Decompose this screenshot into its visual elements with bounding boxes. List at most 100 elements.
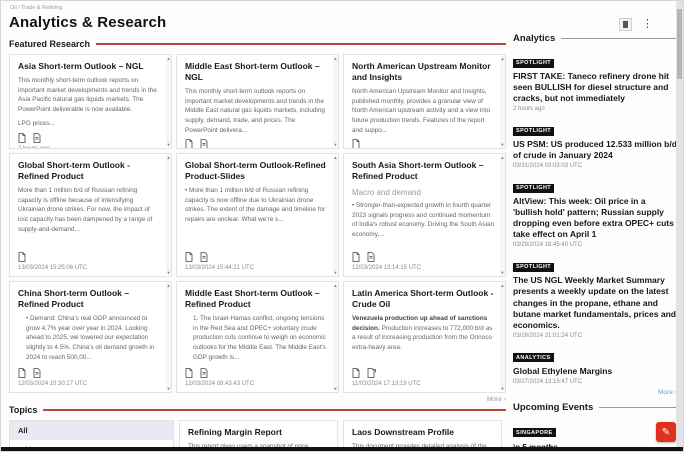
scroll-up-icon[interactable]: ▲ (334, 283, 338, 288)
card-title[interactable]: Middle East Short-term Outlook – Refined… (185, 288, 328, 310)
research-card[interactable]: Global Short-term Outlook - Refined Prod… (9, 153, 172, 277)
card-title[interactable]: Asia Short-term Outlook – NGL (18, 61, 161, 72)
scroll-down-icon[interactable]: ▼ (334, 386, 338, 391)
analytics-item-timestamp: 2 hours ago (513, 106, 677, 112)
spotlight-badge: SPOTLIGHT (513, 127, 554, 136)
research-card[interactable]: China Short-term Outlook – Refined Produ… (9, 281, 172, 393)
analytics-item-title[interactable]: FIRST TAKE: Taneco refinery drone hit se… (513, 71, 677, 104)
analytics-item[interactable]: SPOTLIGHT FIRST TAKE: Taneco refinery dr… (513, 51, 677, 112)
research-card[interactable]: Middle East Short-term Outlook – Refined… (176, 281, 339, 393)
presentation-document-icon[interactable] (200, 139, 208, 149)
scroll-up-icon[interactable]: ▲ (501, 155, 505, 160)
card-attachments (18, 129, 161, 143)
analytics-item[interactable]: SPOTLIGHT The US NGL Weekly Market Summa… (513, 255, 677, 338)
card-scrollbar[interactable]: ▲▼ (166, 155, 171, 275)
topic-card-title[interactable]: Laos Downstream Profile (352, 427, 493, 437)
topic-filter-all[interactable]: All (10, 421, 173, 440)
card-scrollbar[interactable]: ▲▼ (166, 283, 171, 391)
card-title[interactable]: Middle East Short-term Outlook – NGL (185, 61, 328, 83)
topics-heading-rule (43, 409, 506, 411)
research-card[interactable]: Global Short-term Outlook-Refined Produc… (176, 153, 339, 277)
card-attachments (185, 135, 328, 149)
card-scrollbar[interactable]: ▲▼ (333, 56, 338, 147)
scroll-up-icon[interactable]: ▲ (501, 56, 505, 61)
card-title[interactable]: North American Upstream Monitor and Insi… (352, 61, 495, 83)
card-title[interactable]: China Short-term Outlook – Refined Produ… (18, 288, 161, 310)
topics-section: Topics All Arbitrage Refining Margin Rep… (9, 405, 506, 449)
report-document-icon[interactable] (18, 133, 26, 143)
research-card[interactable]: North American Upstream Monitor and Insi… (343, 54, 506, 149)
analytics-item[interactable]: SPOTLIGHT US PSM: US produced 12.533 mil… (513, 119, 677, 169)
card-title[interactable]: Global Short-term Outlook - Refined Prod… (18, 160, 161, 182)
card-scrollbar[interactable]: ▲▼ (500, 56, 505, 147)
scroll-up-icon[interactable]: ▲ (167, 283, 171, 288)
breadcrumb[interactable]: Oil / Trade & Refining (10, 5, 62, 11)
scroll-down-icon[interactable]: ▼ (334, 270, 338, 275)
scroll-up-icon[interactable]: ▲ (334, 56, 338, 61)
report-document-icon[interactable] (352, 252, 360, 262)
page-scrollbar-thumb[interactable] (677, 9, 682, 79)
report-document-icon[interactable] (352, 139, 360, 149)
report-document-icon[interactable] (18, 368, 26, 378)
presentation-document-icon[interactable] (200, 368, 208, 378)
external-document-icon[interactable] (367, 368, 376, 378)
page-scrollbar[interactable] (676, 1, 683, 447)
scroll-down-icon[interactable]: ▼ (501, 386, 505, 391)
research-card[interactable]: Middle East Short-term Outlook – NGL Thi… (176, 54, 339, 149)
analytics-item-title[interactable]: The US NGL Weekly Market Summary present… (513, 275, 677, 330)
card-description: This monthly short-term outlook reports … (18, 76, 161, 114)
scroll-down-icon[interactable]: ▼ (167, 142, 171, 147)
card-title[interactable]: Global Short-term Outlook-Refined Produc… (185, 160, 328, 182)
analytics-item-title[interactable]: Global Ethylene Margins (513, 366, 677, 377)
report-document-icon[interactable] (185, 368, 193, 378)
events-heading-rule (599, 407, 677, 408)
research-card[interactable]: South Asia Short-term Outlook – Refined … (343, 153, 506, 277)
card-scrollbar[interactable]: ▲▼ (333, 283, 338, 391)
featured-cards-grid: Asia Short-term Outlook – NGL This month… (9, 54, 506, 393)
scroll-down-icon[interactable]: ▼ (334, 142, 338, 147)
topic-card[interactable]: Laos Downstream Profile This document pr… (343, 420, 502, 449)
presentation-document-icon[interactable] (33, 368, 41, 378)
presentation-document-icon[interactable] (367, 252, 375, 262)
kebab-menu-icon[interactable]: ⋮ (642, 19, 653, 30)
card-timestamp: 12/03/2024 10:30:17 UTC (18, 381, 161, 387)
research-card[interactable]: Asia Short-term Outlook – NGL This month… (9, 54, 172, 149)
scroll-down-icon[interactable]: ▼ (501, 270, 505, 275)
report-document-icon[interactable] (352, 368, 360, 378)
analytics-heading-row: Analytics (513, 33, 677, 44)
topic-card-title[interactable]: Refining Margin Report (188, 427, 329, 437)
bookmark-button[interactable] (619, 18, 632, 31)
scroll-up-icon[interactable]: ▲ (167, 56, 171, 61)
analytics-item-title[interactable]: AltView: This week: Oil price in a 'bull… (513, 196, 677, 240)
report-document-icon[interactable] (18, 252, 26, 262)
research-card[interactable]: Latin America Short-term Outlook - Crude… (343, 281, 506, 393)
analytics-item[interactable]: SPOTLIGHT AltView: This week: Oil price … (513, 176, 677, 248)
scroll-up-icon[interactable]: ▲ (501, 283, 505, 288)
card-scrollbar[interactable]: ▲▼ (500, 155, 505, 275)
scroll-up-icon[interactable]: ▲ (334, 155, 338, 160)
scroll-down-icon[interactable]: ▼ (167, 270, 171, 275)
card-title[interactable]: South Asia Short-term Outlook – Refined … (352, 160, 495, 182)
analytics-item[interactable]: ANALYTICS Global Ethylene Margins 03/27/… (513, 346, 677, 385)
window-bottom-edge (1, 447, 683, 451)
card-scrollbar[interactable]: ▲▼ (333, 155, 338, 275)
topic-card[interactable]: Refining Margin Report This report gives… (179, 420, 338, 449)
card-title[interactable]: Latin America Short-term Outlook - Crude… (352, 288, 495, 310)
analytics-item-title[interactable]: US PSM: US produced 12.533 million b/d o… (513, 139, 677, 161)
scroll-down-icon[interactable]: ▼ (167, 386, 171, 391)
report-document-icon[interactable] (185, 252, 193, 262)
analytics-item-timestamp: 03/28/2024 21:01:24 UTC (513, 333, 677, 339)
presentation-document-icon[interactable] (33, 133, 41, 143)
spotlight-badge: SPOTLIGHT (513, 263, 554, 272)
presentation-document-icon[interactable] (200, 252, 208, 262)
featured-more-link[interactable]: More › (487, 396, 506, 403)
feedback-fab-button[interactable]: ✎ (656, 422, 676, 442)
chevron-right-icon: › (504, 396, 506, 403)
scroll-up-icon[interactable]: ▲ (167, 155, 171, 160)
scroll-down-icon[interactable]: ▼ (501, 142, 505, 147)
card-scrollbar[interactable]: ▲▼ (500, 283, 505, 391)
report-document-icon[interactable] (185, 139, 193, 149)
card-scrollbar[interactable]: ▲▼ (166, 56, 171, 147)
analytics-more-link[interactable]: More › (658, 389, 677, 396)
card-timestamp: 12/03/2024 13:14:15 UTC (352, 265, 495, 271)
